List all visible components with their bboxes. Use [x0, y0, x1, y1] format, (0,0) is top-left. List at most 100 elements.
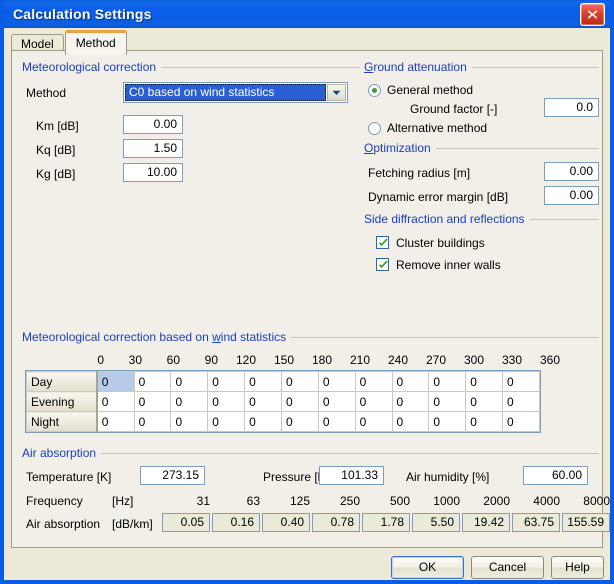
field-dynamic-error-margin[interactable]: 0.00 — [544, 186, 599, 205]
label-kg: Kg [dB] — [36, 167, 76, 181]
field-fetching-radius[interactable]: 0.00 — [544, 162, 599, 181]
chevron-down-icon[interactable] — [327, 84, 346, 101]
close-button[interactable] — [580, 3, 605, 26]
wind-cell[interactable]: 0 — [354, 391, 393, 412]
wind-cell[interactable]: 0 — [428, 371, 467, 392]
wind-cell[interactable]: 0 — [96, 371, 135, 392]
wind-column-header: 270 — [425, 353, 446, 367]
group-wind-statistics: Meteorological correction based on wind … — [22, 330, 599, 344]
wind-cell[interactable]: 0 — [133, 391, 172, 412]
wind-cell[interactable]: 0 — [96, 391, 135, 412]
field-pressure[interactable]: 101.33 — [319, 466, 384, 485]
checkbox-remove-inner-walls[interactable] — [376, 258, 389, 271]
wind-cell[interactable]: 0 — [317, 391, 356, 412]
wind-column-header: 60 — [166, 353, 180, 367]
checkmark-icon — [379, 238, 388, 246]
field-air-absorption-value: 63.75 — [512, 513, 560, 532]
frequency-header: 63 — [246, 494, 260, 508]
wind-column-header: 240 — [387, 353, 408, 367]
group-rule — [101, 452, 599, 454]
wind-column-header: 90 — [204, 353, 218, 367]
field-air-absorption-value: 0.40 — [262, 513, 310, 532]
wind-cell[interactable]: 0 — [317, 371, 356, 392]
wind-cell[interactable]: 0 — [244, 411, 282, 432]
wind-table-column-headers: 0 30 60 90 120 150 180 210 240 270 300 330 360 — [12, 353, 589, 367]
wind-cell[interactable]: 0 — [465, 371, 504, 392]
frequency-header: 125 — [289, 494, 310, 508]
wind-cell[interactable]: 0 — [280, 411, 319, 432]
table-row[interactable]: Day 0 0 0 0 0 0 0 0 0 0 0 0 — [25, 371, 540, 392]
wind-cell[interactable]: 0 — [317, 411, 356, 432]
label-remove-inner-walls: Remove inner walls — [396, 258, 501, 272]
field-air-absorption-value: 1.78 — [362, 513, 410, 532]
label-kq: Kq [dB] — [36, 143, 76, 157]
group-side-diffraction: Side diffraction and reflections — [364, 212, 599, 226]
group-rule — [161, 66, 360, 68]
wind-cell[interactable]: 0 — [391, 411, 430, 432]
frequency-header: 31 — [196, 494, 210, 508]
wind-column-header: 0 — [97, 353, 104, 367]
group-label-meteorological-correction: Meteorological correction — [22, 60, 157, 74]
wind-cell[interactable]: 0 — [170, 411, 209, 432]
label-method: Method — [26, 86, 67, 100]
wind-cell[interactable]: 0 — [391, 391, 430, 412]
tab-method[interactable]: Method — [64, 30, 127, 55]
wind-cell[interactable]: 0 — [170, 371, 209, 392]
wind-cell[interactable]: 0 — [354, 411, 393, 432]
wind-cell[interactable]: 0 — [502, 391, 540, 412]
group-air-absorption: Air absorption — [22, 446, 599, 460]
wind-cell[interactable]: 0 — [244, 391, 282, 412]
field-ground-factor[interactable]: 0.0 — [544, 98, 599, 117]
checkbox-cluster-buildings[interactable] — [376, 236, 389, 249]
wind-cell[interactable]: 0 — [280, 391, 319, 412]
wind-column-header: 360 — [539, 353, 560, 367]
wind-cell[interactable]: 0 — [207, 411, 246, 432]
radio-alternative-method[interactable] — [368, 122, 381, 135]
wind-cell[interactable]: 0 — [502, 371, 540, 392]
wind-cell[interactable]: 0 — [207, 391, 246, 412]
calculation-settings-dialog: Calculation Settings Model Method Meteor… — [0, 0, 614, 584]
ok-button[interactable]: OK — [391, 556, 464, 579]
field-km[interactable]: 0.00 — [123, 115, 183, 134]
frequency-header: 2000 — [483, 494, 510, 508]
wind-cell[interactable]: 0 — [96, 411, 135, 432]
wind-cell[interactable]: 0 — [207, 371, 246, 392]
table-row[interactable]: Evening 0 0 0 0 0 0 0 0 0 0 0 0 — [25, 391, 540, 412]
field-kg[interactable]: 10.00 — [123, 163, 183, 182]
wind-cell[interactable]: 0 — [170, 391, 209, 412]
wind-column-header: 180 — [311, 353, 332, 367]
wind-cell[interactable]: 0 — [244, 371, 282, 392]
group-rule — [471, 66, 599, 68]
wind-statistics-table[interactable]: Day 0 0 0 0 0 0 0 0 0 0 0 0 Evening 0 0 0 0 0 0 0 0 0 0 0 0 Night 0… — [25, 370, 541, 433]
wind-cell[interactable]: 0 — [428, 411, 467, 432]
group-label-air-absorption: Air absorption — [22, 446, 97, 460]
frequency-header: 1000 — [433, 494, 460, 508]
label-fetching-radius: Fetching radius [m] — [368, 166, 471, 180]
field-temperature[interactable]: 273.15 — [140, 466, 205, 485]
wind-cell[interactable]: 0 — [465, 411, 504, 432]
frequency-header: 8000 — [583, 494, 610, 508]
wind-column-header: 300 — [463, 353, 484, 367]
title-bar: Calculation Settings — [4, 0, 610, 28]
field-air-humidity[interactable]: 60.00 — [523, 466, 588, 485]
radio-general-method[interactable] — [368, 84, 381, 97]
table-row[interactable]: Night 0 0 0 0 0 0 0 0 0 0 0 0 — [25, 411, 540, 432]
wind-cell[interactable]: 0 — [502, 411, 540, 432]
wind-cell[interactable]: 0 — [354, 371, 393, 392]
method-tab-panel: Meteorological correction Method C0 base… — [11, 50, 610, 548]
wind-row-header[interactable]: Night — [25, 411, 98, 432]
wind-row-header[interactable]: Day — [25, 371, 98, 392]
wind-row-header[interactable]: Evening — [25, 391, 98, 412]
wind-cell[interactable]: 0 — [428, 391, 467, 412]
group-rule — [435, 147, 599, 149]
wind-cell[interactable]: 0 — [391, 371, 430, 392]
field-kq[interactable]: 1.50 — [123, 139, 183, 158]
field-air-absorption-value: 0.78 — [312, 513, 360, 532]
wind-cell[interactable]: 0 — [280, 371, 319, 392]
wind-cell[interactable]: 0 — [133, 371, 172, 392]
cancel-button[interactable]: Cancel — [471, 556, 544, 579]
wind-cell[interactable]: 0 — [465, 391, 504, 412]
method-combobox[interactable]: C0 based on wind statistics — [123, 82, 348, 103]
wind-cell[interactable]: 0 — [133, 411, 172, 432]
help-button[interactable]: Help — [551, 556, 604, 579]
